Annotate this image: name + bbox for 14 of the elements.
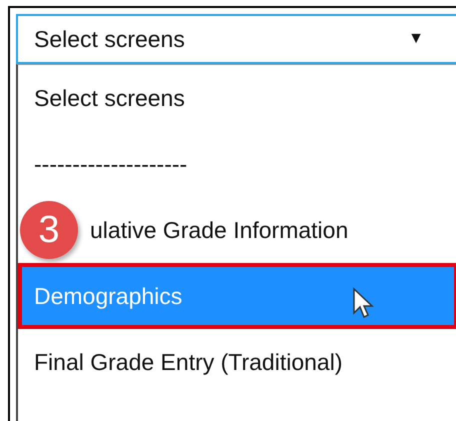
option-label: Demographics	[34, 282, 182, 310]
mouse-pointer-icon	[352, 287, 374, 319]
option-label: Select screens	[34, 84, 185, 112]
option-label: Final Grade Entry (Traditional)	[34, 348, 342, 376]
dropdown-option[interactable]: --------------------	[18, 131, 456, 197]
step-badge: 3	[20, 201, 78, 259]
option-label: --------------------	[34, 150, 188, 178]
dropdown-arrow-icon: ▼	[408, 30, 424, 48]
dropdown-option[interactable]: Final Grade Entry (Traditional)	[18, 329, 456, 395]
dropdown-value: Select screens	[34, 26, 185, 52]
option-label: ulative Grade Information	[90, 216, 348, 244]
dropdown-option[interactable]: 3 ulative Grade Information	[18, 197, 456, 263]
screens-dropdown[interactable]: Select screens ▼	[16, 14, 456, 64]
dropdown-option[interactable]: Select screens	[18, 65, 456, 131]
